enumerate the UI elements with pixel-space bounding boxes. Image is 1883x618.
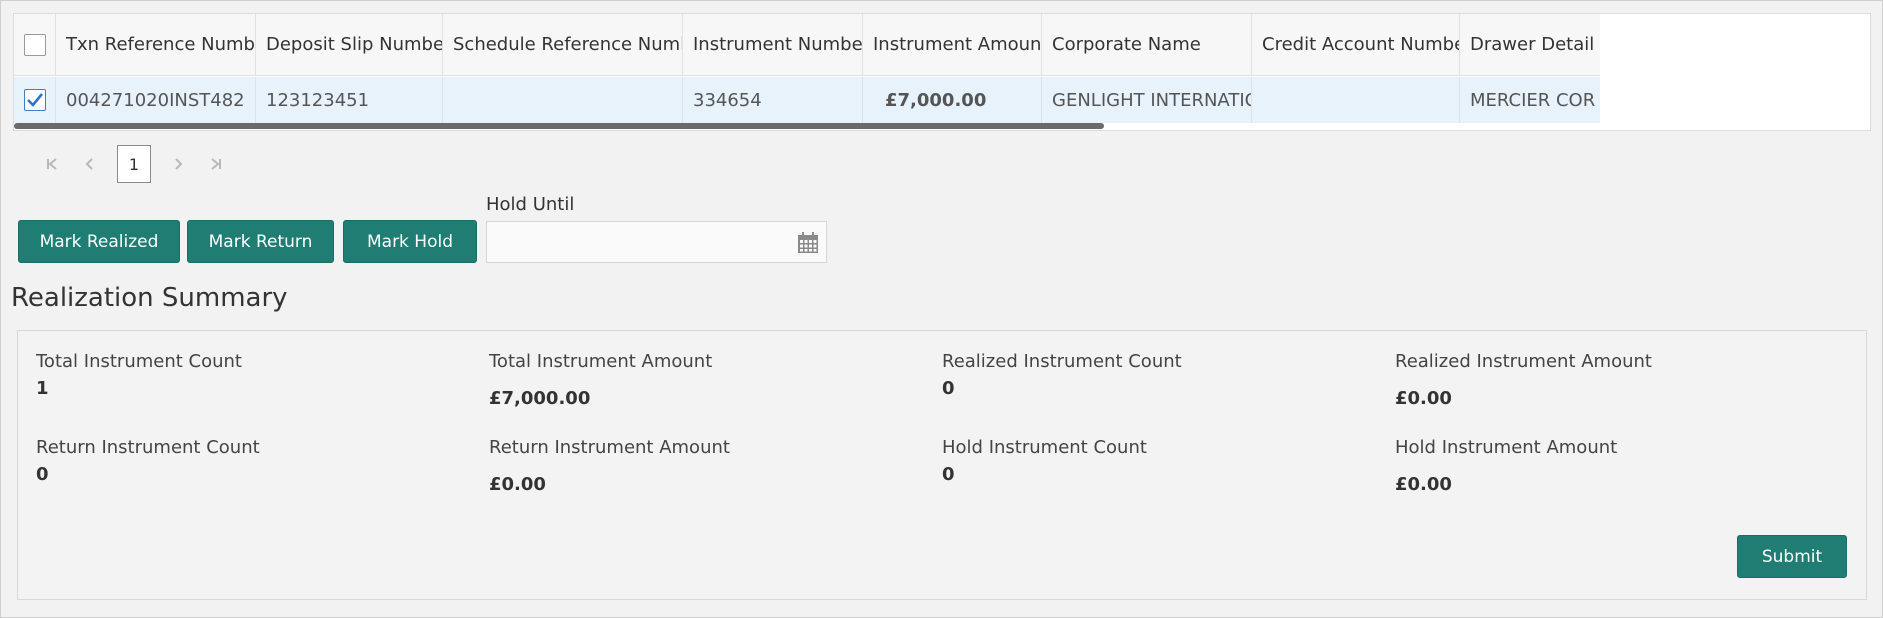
metric-value: £0.00	[1395, 388, 1452, 409]
select-all-checkbox-icon[interactable]	[23, 33, 46, 56]
return-instrument-count: Return Instrument Count 0	[36, 437, 260, 485]
total-instrument-amount: Total Instrument Amount £7,000.00	[489, 351, 712, 409]
col-credit-account[interactable]: Credit Account Number	[1252, 14, 1460, 75]
last-page-icon[interactable]	[197, 146, 235, 182]
metric-label: Return Instrument Amount	[489, 437, 730, 458]
instrument-grid: Txn Reference Number Deposit Slip Number…	[13, 13, 1871, 131]
metric-label: Return Instrument Count	[36, 437, 260, 458]
summary-title: Realization Summary	[11, 283, 288, 313]
next-page-icon[interactable]	[159, 146, 197, 182]
cell-credit-account	[1252, 77, 1460, 123]
submit-button[interactable]: Submit	[1737, 535, 1847, 578]
cell-deposit-slip: 123123451	[256, 77, 443, 123]
col-instrument-amount[interactable]: Instrument Amount	[863, 14, 1042, 75]
cell-drawer-detail-link[interactable]: MERCIER COR	[1460, 77, 1600, 123]
col-instrument-number[interactable]: Instrument Number	[683, 14, 863, 75]
metric-value: 0	[36, 464, 49, 485]
metric-label: Hold Instrument Count	[942, 437, 1147, 458]
cell-txn-reference: 004271020INST482	[56, 77, 256, 123]
hold-instrument-count: Hold Instrument Count 0	[942, 437, 1147, 485]
col-txn-reference[interactable]: Txn Reference Number	[56, 14, 256, 75]
cell-corporate-name: GENLIGHT INTERNATIONAL	[1042, 77, 1252, 123]
col-schedule-reference[interactable]: Schedule Reference Number	[443, 14, 683, 75]
metric-label: Hold Instrument Amount	[1395, 437, 1618, 458]
metric-label: Total Instrument Count	[36, 351, 242, 372]
realized-instrument-count: Realized Instrument Count 0	[942, 351, 1182, 399]
metric-value: £7,000.00	[489, 388, 591, 409]
total-instrument-count: Total Instrument Count 1	[36, 351, 242, 399]
col-drawer-detail[interactable]: Drawer Detail	[1460, 14, 1600, 75]
hold-until-label: Hold Until	[486, 194, 575, 215]
cell-instrument-number: 334654	[683, 77, 863, 123]
horizontal-scrollbar[interactable]	[14, 123, 1104, 129]
paginator: 1	[33, 144, 235, 184]
grid-header: Txn Reference Number Deposit Slip Number…	[14, 14, 1600, 76]
col-corporate-name[interactable]: Corporate Name	[1042, 14, 1252, 75]
cell-schedule-reference	[443, 77, 683, 123]
metric-value: 0	[942, 378, 955, 399]
row-select-cell[interactable]	[14, 77, 56, 123]
metric-value: £0.00	[489, 474, 546, 495]
metric-value: £0.00	[1395, 474, 1452, 495]
current-page-button[interactable]: 1	[117, 145, 151, 183]
realized-instrument-amount: Realized Instrument Amount £0.00	[1395, 351, 1652, 409]
hold-instrument-amount: Hold Instrument Amount £0.00	[1395, 437, 1617, 495]
table-row[interactable]: 004271020INST482 123123451 334654 £7,000…	[14, 77, 1600, 123]
metric-label: Total Instrument Amount	[489, 351, 713, 372]
mark-realized-button[interactable]: Mark Realized	[18, 220, 180, 263]
select-all-cell[interactable]	[14, 14, 56, 75]
cell-instrument-amount: £7,000.00	[863, 77, 1042, 123]
prev-page-icon[interactable]	[71, 146, 109, 182]
checked-checkbox-icon[interactable]	[23, 89, 46, 111]
realization-screen: Txn Reference Number Deposit Slip Number…	[0, 0, 1883, 618]
first-page-icon[interactable]	[33, 146, 71, 182]
metric-value: 0	[942, 464, 955, 485]
mark-hold-button[interactable]: Mark Hold	[343, 220, 477, 263]
mark-return-button[interactable]: Mark Return	[187, 220, 334, 263]
hold-until-date-input[interactable]	[486, 221, 827, 263]
calendar-icon[interactable]	[796, 231, 820, 255]
metric-value: 1	[36, 378, 49, 399]
col-deposit-slip[interactable]: Deposit Slip Number	[256, 14, 443, 75]
metric-label: Realized Instrument Amount	[1395, 351, 1652, 372]
metric-label: Realized Instrument Count	[942, 351, 1182, 372]
return-instrument-amount: Return Instrument Amount £0.00	[489, 437, 730, 495]
